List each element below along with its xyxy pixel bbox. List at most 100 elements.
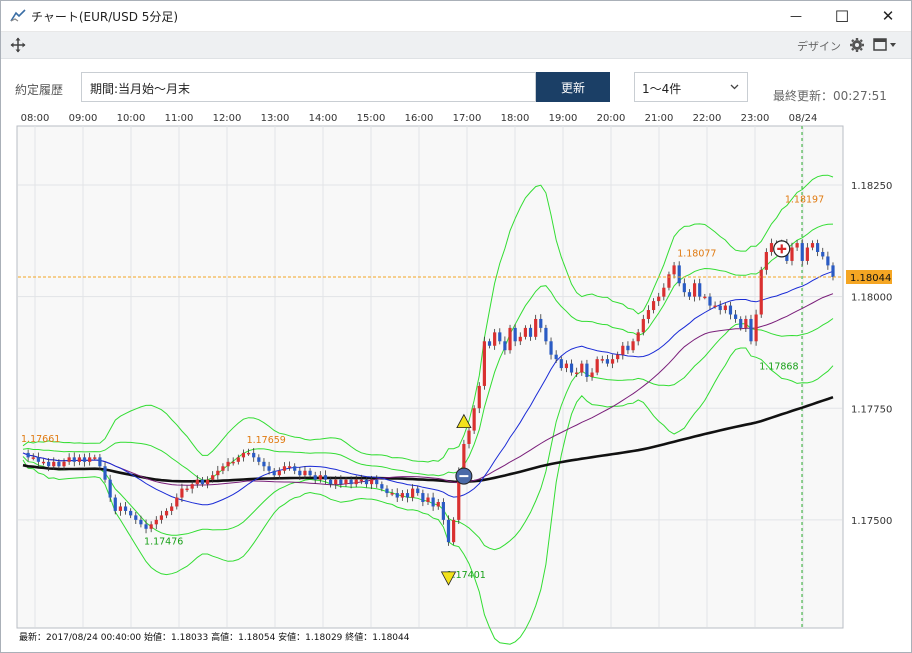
candle-body: [185, 488, 189, 491]
window-title: チャート(EUR/USD 5分足): [31, 10, 179, 24]
candle-body: [590, 372, 594, 377]
candle-body: [190, 484, 194, 489]
price-annotation: 1.17868: [759, 362, 798, 373]
candle-body: [472, 408, 476, 431]
layout-icon[interactable]: [873, 36, 899, 54]
candle-body: [123, 506, 128, 511]
candle-body: [26, 452, 30, 458]
x-tick-label: 08/24: [789, 113, 818, 124]
candle-body: [600, 359, 604, 361]
candle-body: [282, 466, 287, 471]
ohlc-readout: 最新：2017/08/24 00:40:00 始値：1.18033 高値：1.1…: [19, 633, 410, 643]
close-button[interactable]: ✕: [865, 1, 911, 31]
x-tick-label: 17:00: [453, 113, 482, 124]
candle-body: [354, 479, 358, 485]
candle-body: [580, 363, 584, 373]
candle-body: [421, 493, 425, 502]
candle-body: [426, 497, 430, 502]
candle-body: [764, 252, 768, 270]
filter-bar: 約定履歴 期間:当月始～月末 更新 1〜4件 最終更新：00:27:51: [1, 59, 911, 109]
candle-body: [277, 470, 281, 476]
candle-body: [405, 493, 410, 498]
candle-body: [554, 354, 558, 360]
candle-body: [462, 443, 466, 471]
candle-body: [313, 475, 317, 480]
candle-body: [118, 506, 123, 511]
x-tick-label: 20:00: [597, 113, 626, 124]
x-tick-label: 15:00: [357, 113, 386, 124]
candle-body: [175, 497, 179, 507]
y-tick-label: 1.18250: [851, 181, 892, 192]
range-select[interactable]: 1〜4件: [634, 72, 748, 102]
candle-body: [718, 305, 722, 311]
last-price-label: 1.18044: [850, 273, 891, 284]
gear-icon[interactable]: [849, 37, 865, 53]
candle: [754, 309, 758, 346]
x-tick-label: 19:00: [549, 113, 578, 124]
candle-body: [498, 332, 502, 342]
last-update-time: 最終更新：00:27:51: [773, 89, 887, 103]
candle-body: [195, 479, 199, 485]
candle-body: [436, 502, 440, 507]
candle-body: [72, 457, 76, 462]
candle-body: [400, 493, 404, 498]
history-label: 約定履歴: [15, 83, 64, 97]
candle-body: [293, 466, 297, 471]
candle-body: [62, 461, 66, 467]
candle: [508, 324, 512, 354]
design-label[interactable]: デザイン: [797, 38, 841, 54]
price-annotation: 1.17659: [247, 435, 286, 446]
candle-body: [636, 332, 640, 342]
candle-body: [646, 310, 651, 319]
y-tick-label: 1.17750: [851, 404, 892, 415]
candle-body: [677, 265, 681, 284]
x-tick-label: 18:00: [501, 113, 530, 124]
candle-body: [544, 327, 548, 342]
price-annotation: 1.18197: [785, 195, 824, 206]
candle-body: [477, 385, 481, 409]
candle-body: [134, 515, 138, 520]
candle: [667, 271, 671, 291]
candle-body: [482, 341, 486, 386]
candle-body: [641, 318, 645, 333]
candle-body: [528, 327, 533, 337]
candle-body: [513, 327, 517, 342]
price-chart[interactable]: 08:00 09:00 10:00 11:00 12:00 13:00 14:00 15:00…: [1, 108, 911, 646]
candle-body: [395, 493, 399, 498]
candle-body: [692, 283, 697, 297]
candle-body: [349, 479, 353, 485]
x-axis-ticks: 08:00 09:00 10:00 11:00 12:00 13:00 14:00 15:00…: [21, 113, 818, 124]
candle-body: [298, 470, 302, 476]
candle-body: [667, 274, 671, 288]
update-button[interactable]: 更新: [536, 72, 610, 102]
candle-body: [375, 479, 379, 485]
candle-body: [93, 457, 97, 459]
candle-body: [77, 457, 81, 462]
candle-body: [139, 519, 143, 525]
candle-body: [826, 256, 830, 266]
candle-body: [446, 519, 451, 543]
candle-body: [144, 524, 148, 529]
candle: [749, 314, 753, 345]
candle-body: [221, 466, 225, 471]
candle-body: [657, 296, 661, 302]
candle-body: [359, 479, 363, 482]
candle-body: [334, 479, 338, 485]
close-icon: ✕: [881, 7, 895, 25]
candle-body: [672, 265, 676, 275]
candle-body: [503, 341, 507, 351]
candle-body: [57, 461, 61, 467]
chart-window: チャート(EUR/USD 5分足) — ☐ ✕ デザイン 約定履歴 期間:当月始…: [0, 0, 912, 653]
candle-body: [605, 359, 610, 364]
candle-body: [493, 332, 497, 346]
maximize-button[interactable]: ☐: [819, 1, 865, 31]
x-tick-label: 09:00: [69, 113, 98, 124]
minimize-button[interactable]: —: [773, 1, 819, 31]
period-field[interactable]: 期間:当月始～月末: [81, 72, 536, 102]
candle-body: [318, 475, 322, 480]
candle-body: [534, 318, 538, 337]
candle-body: [749, 318, 753, 342]
candle-body: [441, 502, 445, 520]
candle-body: [739, 318, 743, 328]
move-icon[interactable]: [10, 37, 26, 53]
